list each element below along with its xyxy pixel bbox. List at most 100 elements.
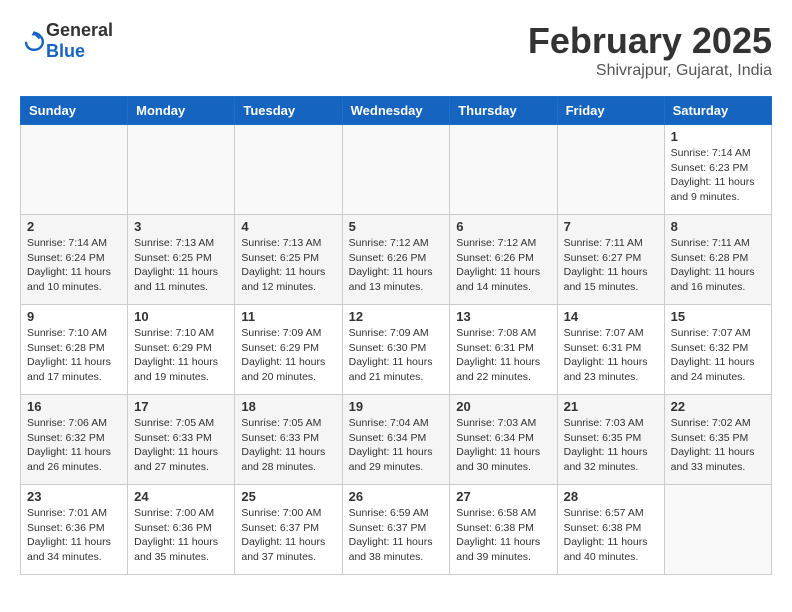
calendar-cell <box>664 485 771 575</box>
day-info: Sunrise: 7:07 AM Sunset: 6:31 PM Dayligh… <box>564 326 658 385</box>
day-info: Sunrise: 7:04 AM Sunset: 6:34 PM Dayligh… <box>349 416 444 475</box>
calendar-week-row: 16Sunrise: 7:06 AM Sunset: 6:32 PM Dayli… <box>21 395 772 485</box>
day-number: 22 <box>671 399 765 414</box>
day-number: 27 <box>456 489 550 504</box>
calendar-cell: 22 Sunrise: 7:02 AM Sunset: 6:35 PM Dayli… <box>664 395 771 485</box>
day-number: 19 <box>349 399 444 414</box>
calendar-cell: 16Sunrise: 7:06 AM Sunset: 6:32 PM Dayli… <box>21 395 128 485</box>
day-info: Sunrise: 7:10 AM Sunset: 6:28 PM Dayligh… <box>27 326 121 385</box>
day-info: Sunrise: 7:11 AM Sunset: 6:28 PM Dayligh… <box>671 236 765 295</box>
calendar-cell: 17 Sunrise: 7:05 AM Sunset: 6:33 PM Dayli… <box>128 395 235 485</box>
day-info: Sunrise: 7:00 AM Sunset: 6:37 PM Dayligh… <box>241 506 335 565</box>
day-info: Sunrise: 7:10 AM Sunset: 6:29 PM Dayligh… <box>134 326 228 385</box>
calendar-cell: 6Sunrise: 7:12 AM Sunset: 6:26 PM Daylig… <box>450 215 557 305</box>
calendar-cell: 19 Sunrise: 7:04 AM Sunset: 6:34 PM Dayli… <box>342 395 450 485</box>
day-info: Sunrise: 7:07 AM Sunset: 6:32 PM Dayligh… <box>671 326 765 385</box>
day-info: Sunrise: 7:08 AM Sunset: 6:31 PM Dayligh… <box>456 326 550 385</box>
day-number: 24 <box>134 489 228 504</box>
calendar-cell <box>450 125 557 215</box>
calendar-cell: 13Sunrise: 7:08 AM Sunset: 6:31 PM Dayli… <box>450 305 557 395</box>
day-info: Sunrise: 7:03 AM Sunset: 6:35 PM Dayligh… <box>564 416 658 475</box>
calendar-cell: 3 Sunrise: 7:13 AM Sunset: 6:25 PM Daylig… <box>128 215 235 305</box>
day-number: 16 <box>27 399 121 414</box>
day-info: Sunrise: 7:05 AM Sunset: 6:33 PM Dayligh… <box>134 416 228 475</box>
day-info: Sunrise: 7:09 AM Sunset: 6:29 PM Dayligh… <box>241 326 335 385</box>
day-info: Sunrise: 7:13 AM Sunset: 6:25 PM Dayligh… <box>134 236 228 295</box>
calendar-cell: 5 Sunrise: 7:12 AM Sunset: 6:26 PM Daylig… <box>342 215 450 305</box>
day-number: 7 <box>564 219 658 234</box>
calendar-cell <box>128 125 235 215</box>
day-info: Sunrise: 7:14 AM Sunset: 6:24 PM Dayligh… <box>27 236 121 295</box>
day-info: Sunrise: 7:05 AM Sunset: 6:33 PM Dayligh… <box>241 416 335 475</box>
calendar-cell: 27 Sunrise: 6:58 AM Sunset: 6:38 PM Dayli… <box>450 485 557 575</box>
weekday-header-thursday: Thursday <box>450 97 557 125</box>
calendar-cell: 4 Sunrise: 7:13 AM Sunset: 6:25 PM Daylig… <box>235 215 342 305</box>
header: General Blue February 2025 Shivrajpur, G… <box>20 20 772 80</box>
day-number: 26 <box>349 489 444 504</box>
day-number: 17 <box>134 399 228 414</box>
day-number: 14 <box>564 309 658 324</box>
logo-general-text: General <box>46 20 113 40</box>
day-number: 10 <box>134 309 228 324</box>
day-number: 6 <box>456 219 550 234</box>
calendar-cell: 24 Sunrise: 7:00 AM Sunset: 6:36 PM Dayli… <box>128 485 235 575</box>
day-number: 28 <box>564 489 658 504</box>
calendar-cell: 11 Sunrise: 7:09 AM Sunset: 6:29 PM Dayli… <box>235 305 342 395</box>
calendar-cell: 10 Sunrise: 7:10 AM Sunset: 6:29 PM Dayli… <box>128 305 235 395</box>
calendar-cell: 2 Sunrise: 7:14 AM Sunset: 6:24 PM Daylig… <box>21 215 128 305</box>
weekday-header-row: SundayMondayTuesdayWednesdayThursdayFrid… <box>21 97 772 125</box>
weekday-header-tuesday: Tuesday <box>235 97 342 125</box>
calendar-cell: 12Sunrise: 7:09 AM Sunset: 6:30 PM Dayli… <box>342 305 450 395</box>
day-number: 1 <box>671 129 765 144</box>
day-info: Sunrise: 7:13 AM Sunset: 6:25 PM Dayligh… <box>241 236 335 295</box>
day-number: 4 <box>241 219 335 234</box>
day-number: 23 <box>27 489 121 504</box>
calendar-cell <box>21 125 128 215</box>
day-number: 8 <box>671 219 765 234</box>
calendar-cell <box>342 125 450 215</box>
day-number: 12 <box>349 309 444 324</box>
calendar-cell: 25 Sunrise: 7:00 AM Sunset: 6:37 PM Dayli… <box>235 485 342 575</box>
weekday-header-friday: Friday <box>557 97 664 125</box>
day-info: Sunrise: 7:14 AM Sunset: 6:23 PM Dayligh… <box>671 146 765 205</box>
day-number: 25 <box>241 489 335 504</box>
day-info: Sunrise: 6:59 AM Sunset: 6:37 PM Dayligh… <box>349 506 444 565</box>
day-number: 5 <box>349 219 444 234</box>
logo-blue-text: Blue <box>46 41 85 61</box>
day-info: Sunrise: 7:02 AM Sunset: 6:35 PM Dayligh… <box>671 416 765 475</box>
day-number: 18 <box>241 399 335 414</box>
calendar-cell: 21 Sunrise: 7:03 AM Sunset: 6:35 PM Dayli… <box>557 395 664 485</box>
day-number: 3 <box>134 219 228 234</box>
calendar-table: SundayMondayTuesdayWednesdayThursdayFrid… <box>20 96 772 575</box>
title-section: February 2025 Shivrajpur, Gujarat, India <box>528 20 772 80</box>
day-number: 9 <box>27 309 121 324</box>
day-number: 11 <box>241 309 335 324</box>
day-info: Sunrise: 7:00 AM Sunset: 6:36 PM Dayligh… <box>134 506 228 565</box>
calendar-cell: 1 Sunrise: 7:14 AM Sunset: 6:23 PM Daylig… <box>664 125 771 215</box>
calendar-week-row: 1 Sunrise: 7:14 AM Sunset: 6:23 PM Daylig… <box>21 125 772 215</box>
day-number: 15 <box>671 309 765 324</box>
weekday-header-sunday: Sunday <box>21 97 128 125</box>
calendar-cell <box>235 125 342 215</box>
weekday-header-wednesday: Wednesday <box>342 97 450 125</box>
day-info: Sunrise: 6:58 AM Sunset: 6:38 PM Dayligh… <box>456 506 550 565</box>
calendar-cell <box>557 125 664 215</box>
calendar-cell: 7Sunrise: 7:11 AM Sunset: 6:27 PM Daylig… <box>557 215 664 305</box>
logo-icon <box>22 29 46 53</box>
day-info: Sunrise: 7:12 AM Sunset: 6:26 PM Dayligh… <box>349 236 444 295</box>
calendar-cell: 15 Sunrise: 7:07 AM Sunset: 6:32 PM Dayli… <box>664 305 771 395</box>
day-number: 2 <box>27 219 121 234</box>
calendar-cell: 14 Sunrise: 7:07 AM Sunset: 6:31 PM Dayli… <box>557 305 664 395</box>
day-number: 21 <box>564 399 658 414</box>
logo: General Blue <box>20 20 113 62</box>
day-number: 20 <box>456 399 550 414</box>
calendar-cell: 23Sunrise: 7:01 AM Sunset: 6:36 PM Dayli… <box>21 485 128 575</box>
weekday-header-saturday: Saturday <box>664 97 771 125</box>
calendar-cell: 18 Sunrise: 7:05 AM Sunset: 6:33 PM Dayli… <box>235 395 342 485</box>
month-year-title: February 2025 <box>528 20 772 62</box>
calendar-cell: 8 Sunrise: 7:11 AM Sunset: 6:28 PM Daylig… <box>664 215 771 305</box>
calendar-week-row: 23Sunrise: 7:01 AM Sunset: 6:36 PM Dayli… <box>21 485 772 575</box>
calendar-cell: 9 Sunrise: 7:10 AM Sunset: 6:28 PM Daylig… <box>21 305 128 395</box>
day-info: Sunrise: 6:57 AM Sunset: 6:38 PM Dayligh… <box>564 506 658 565</box>
calendar-cell: 20Sunrise: 7:03 AM Sunset: 6:34 PM Dayli… <box>450 395 557 485</box>
